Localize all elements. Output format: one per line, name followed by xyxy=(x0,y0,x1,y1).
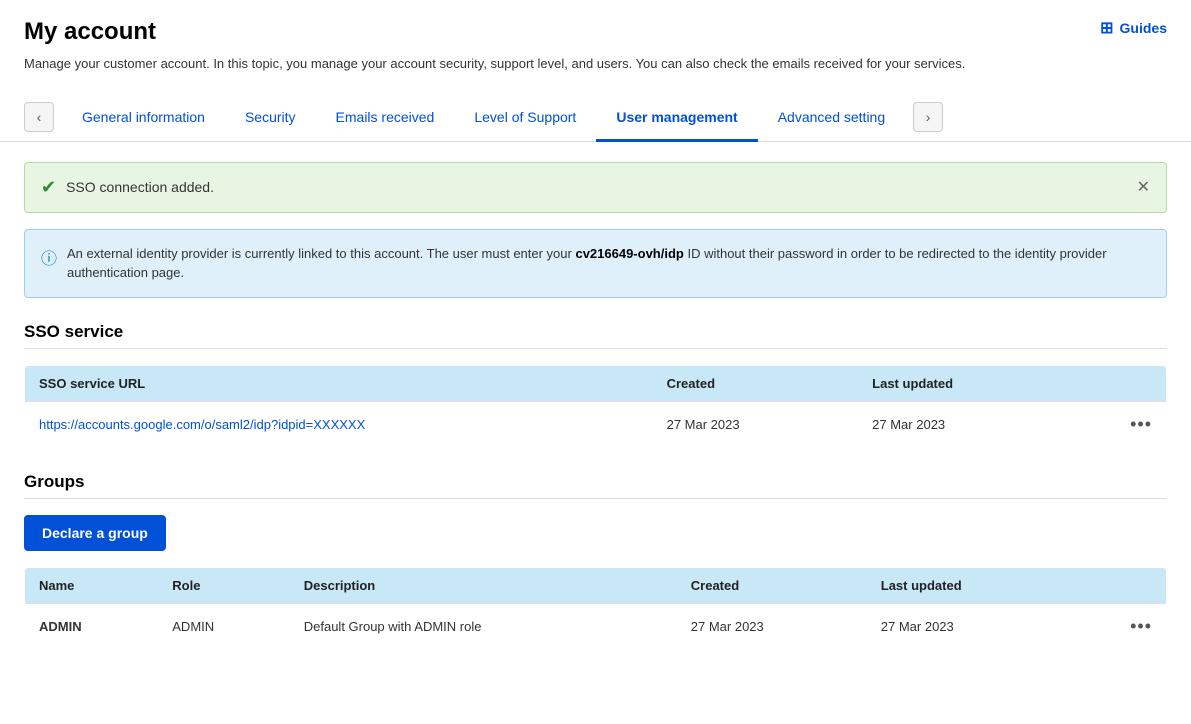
tab-prev-arrow[interactable]: ‹ xyxy=(24,102,54,132)
success-banner-text: SSO connection added. xyxy=(66,179,214,195)
th-group-name: Name xyxy=(25,567,159,603)
main-content: ✔ SSO connection added. ✕ ⓘ An external … xyxy=(0,142,1191,670)
tabs-list: General information Security Emails rece… xyxy=(62,94,905,141)
th-group-updated: Last updated xyxy=(867,567,1072,603)
tab-general[interactable]: General information xyxy=(62,95,225,142)
declare-group-button[interactable]: Declare a group xyxy=(24,515,166,551)
groups-section-title: Groups xyxy=(24,472,1167,492)
groups-header-row: Name Role Description Created Last updat… xyxy=(25,567,1167,603)
th-group-actions xyxy=(1072,567,1167,603)
idp-highlight: cv216649-ovh/idp xyxy=(575,246,683,261)
group-actions-cell: ••• xyxy=(1072,603,1167,649)
sso-table-row: https://accounts.google.com/o/saml2/idp?… xyxy=(25,401,1167,447)
th-group-role: Role xyxy=(158,567,289,603)
info-banner-text: An external identity provider is current… xyxy=(67,244,1150,283)
group-more-button[interactable]: ••• xyxy=(1130,616,1152,637)
group-desc-cell: Default Group with ADMIN role xyxy=(290,603,677,649)
guides-icon: ⊞ xyxy=(1100,18,1113,38)
success-banner-close[interactable]: ✕ xyxy=(1137,177,1150,197)
groups-section: Groups Declare a group Name Role Descrip… xyxy=(24,472,1167,650)
th-sso-created: Created xyxy=(653,365,859,401)
sso-table-body: https://accounts.google.com/o/saml2/idp?… xyxy=(25,401,1167,447)
page-description: Manage your customer account. In this to… xyxy=(24,54,1074,74)
th-group-desc: Description xyxy=(290,567,677,603)
tab-support[interactable]: Level of Support xyxy=(454,95,596,142)
th-sso-actions xyxy=(1064,365,1167,401)
info-icon: ⓘ xyxy=(41,245,57,269)
sso-url-link[interactable]: https://accounts.google.com/o/saml2/idp?… xyxy=(39,417,365,432)
sso-more-button[interactable]: ••• xyxy=(1130,414,1152,435)
success-banner: ✔ SSO connection added. ✕ xyxy=(24,162,1167,213)
groups-table-body: ADMIN ADMIN Default Group with ADMIN rol… xyxy=(25,603,1167,649)
sso-section-title: SSO service xyxy=(24,322,1167,342)
guides-link[interactable]: ⊞ Guides xyxy=(1100,18,1167,38)
th-sso-url: SSO service URL xyxy=(25,365,653,401)
th-group-created: Created xyxy=(677,567,867,603)
group-role-cell: ADMIN xyxy=(158,603,289,649)
sso-table-head: SSO service URL Created Last updated xyxy=(25,365,1167,401)
groups-table-head: Name Role Description Created Last updat… xyxy=(25,567,1167,603)
tab-security[interactable]: Security xyxy=(225,95,316,142)
tab-next-arrow[interactable]: › xyxy=(913,102,943,132)
success-banner-left: ✔ SSO connection added. xyxy=(41,177,214,198)
sso-actions-cell: ••• xyxy=(1064,401,1167,447)
page-header: My account Manage your customer account.… xyxy=(0,0,1191,84)
groups-table: Name Role Description Created Last updat… xyxy=(24,567,1167,650)
tabs-container: ‹ General information Security Emails re… xyxy=(0,94,1191,142)
sso-divider xyxy=(24,348,1167,349)
success-check-icon: ✔ xyxy=(41,177,56,198)
sso-table: SSO service URL Created Last updated htt… xyxy=(24,365,1167,448)
tab-advanced[interactable]: Advanced setting xyxy=(758,95,905,142)
sso-created-cell: 27 Mar 2023 xyxy=(653,401,859,447)
sso-updated-cell: 27 Mar 2023 xyxy=(858,401,1064,447)
tab-emails[interactable]: Emails received xyxy=(316,95,455,142)
sso-table-header-row: SSO service URL Created Last updated xyxy=(25,365,1167,401)
sso-section: SSO service SSO service URL Created Last… xyxy=(24,322,1167,448)
groups-divider xyxy=(24,498,1167,499)
group-updated-cell: 27 Mar 2023 xyxy=(867,603,1072,649)
groups-table-row: ADMIN ADMIN Default Group with ADMIN rol… xyxy=(25,603,1167,649)
page-title: My account xyxy=(24,18,1167,46)
guides-label: Guides xyxy=(1120,20,1167,36)
sso-url-cell: https://accounts.google.com/o/saml2/idp?… xyxy=(25,401,653,447)
group-created-cell: 27 Mar 2023 xyxy=(677,603,867,649)
group-name-cell: ADMIN xyxy=(25,603,159,649)
info-banner: ⓘ An external identity provider is curre… xyxy=(24,229,1167,298)
th-sso-updated: Last updated xyxy=(858,365,1064,401)
tab-user-management[interactable]: User management xyxy=(596,95,757,142)
